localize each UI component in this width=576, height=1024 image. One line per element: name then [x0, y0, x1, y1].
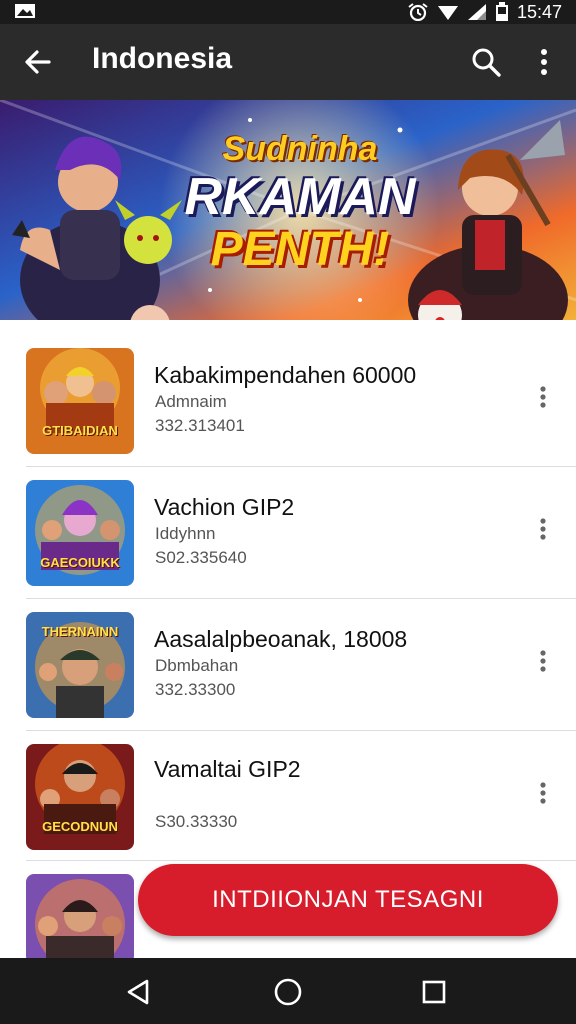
back-arrow-icon — [25, 50, 51, 74]
nav-back-button[interactable] — [116, 970, 160, 1014]
wifi-icon — [437, 6, 458, 20]
page-title: Indonesia — [92, 42, 233, 75]
more-vert-icon — [540, 386, 546, 408]
back-button[interactable] — [16, 40, 60, 84]
item-subtitle: Admnaim — [155, 392, 227, 411]
item-thumbnail — [26, 874, 134, 958]
item-more-button[interactable] — [528, 778, 558, 808]
image-icon — [15, 4, 35, 18]
item-more-button[interactable] — [528, 646, 558, 676]
item-subtitle: Dbmbahan — [155, 656, 239, 675]
nav-recents-icon — [422, 980, 446, 1004]
more-vert-icon — [540, 650, 546, 672]
list-item[interactable]: GECODNUN Vamaltai GIP2 S30.33330 — [0, 716, 576, 850]
item-subtitle: Iddyhnn — [155, 524, 216, 543]
item-title: Aasalalpbeoanak, 18008 — [154, 626, 408, 652]
more-options-button[interactable] — [522, 40, 566, 84]
nav-recents-button[interactable] — [412, 970, 456, 1014]
more-vert-icon — [540, 518, 546, 540]
alarm-icon — [408, 3, 428, 21]
item-number: 332.313401 — [155, 416, 245, 435]
item-title: Vachion GIP2 — [154, 494, 295, 520]
item-thumbnail: GECODNUN — [26, 744, 134, 850]
banner-headline: Sudninha RKAMAN PENTH! — [180, 130, 420, 275]
banner-line-1: Sudninha — [222, 130, 378, 168]
item-title: Vamaltai GIP2 — [154, 756, 301, 782]
item-thumbnail: THERNAINN — [26, 612, 134, 718]
thumbnail-title: GAECOIUKK — [40, 555, 120, 570]
app-bar: Indonesia — [0, 24, 576, 100]
search-button[interactable] — [464, 40, 508, 84]
item-more-button[interactable] — [528, 382, 558, 412]
item-title: Kabakimpendahen 60000 — [154, 362, 417, 388]
system-nav-bar — [0, 958, 576, 1024]
battery-icon — [495, 2, 508, 21]
thumbnail-title: GECODNUN — [42, 819, 118, 834]
list-item[interactable]: GTIBAIDIAN Kabakimpendahen 60000 Admnaim… — [0, 320, 576, 454]
banner-line-3: PENTH! — [210, 223, 390, 276]
thumbnail-title: GTIBAIDIAN — [42, 423, 118, 438]
nav-home-button[interactable] — [266, 970, 310, 1014]
banner-line-2: RKAMAN — [184, 168, 416, 226]
thumbnail-title: THERNAINN — [41, 624, 119, 639]
item-thumbnail: GAECOIUKK — [26, 480, 134, 586]
list-item[interactable]: GAECOIUKK Vachion GIP2 Iddyhnn S02.33564… — [0, 452, 576, 586]
game-thumbnail-art — [26, 480, 134, 586]
signal-icon — [467, 4, 486, 20]
nav-back-icon — [127, 979, 149, 1005]
item-more-button[interactable] — [528, 514, 558, 544]
game-thumbnail-art — [26, 874, 134, 958]
install-button-label: INTDIIONJAN TESAGNI — [212, 886, 484, 913]
status-bar: 15:47 — [0, 0, 576, 24]
item-number: 332.33300 — [155, 680, 236, 699]
item-thumbnail: GTIBAIDIAN — [26, 348, 134, 454]
list-item[interactable]: THERNAINN Aasalalpbeoanak, 18008 Dbmbaha… — [0, 584, 576, 718]
status-icons: 15:47 — [407, 0, 562, 24]
more-vert-icon — [541, 49, 547, 75]
search-icon — [472, 48, 501, 77]
hero-banner[interactable]: Sudninha RKAMAN PENTH! — [0, 100, 576, 320]
install-button[interactable]: INTDIIONJAN TESAGNI — [138, 864, 558, 936]
game-thumbnail-art — [26, 744, 134, 850]
item-number: S30.33330 — [155, 812, 238, 831]
nav-home-icon — [274, 978, 302, 1006]
more-vert-icon — [540, 782, 546, 804]
game-thumbnail-art — [26, 348, 134, 454]
item-number: S02.335640 — [155, 548, 247, 567]
status-time: 15:47 — [516, 1, 562, 22]
